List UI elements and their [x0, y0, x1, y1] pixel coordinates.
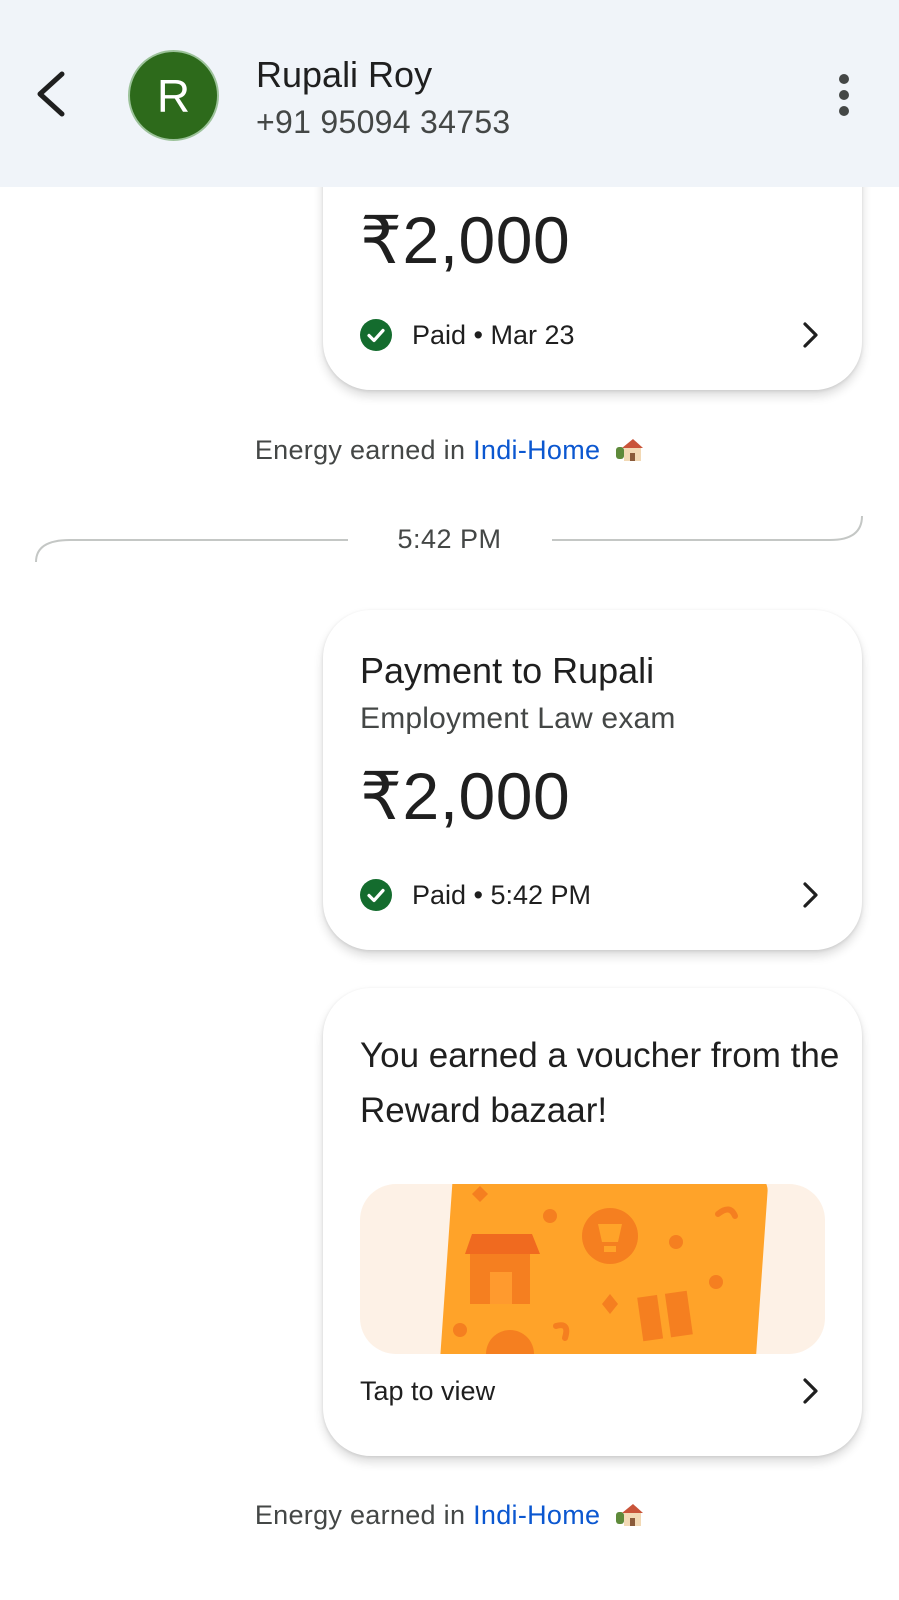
contact-avatar[interactable]: R — [128, 50, 219, 141]
house-icon — [616, 439, 644, 461]
chevron-right-icon — [803, 882, 818, 908]
voucher-illustration — [437, 1184, 768, 1354]
check-circle-icon — [360, 319, 392, 351]
back-button[interactable] — [30, 66, 74, 122]
chevron-right-icon — [803, 1378, 818, 1404]
payment-status-row: Paid • 5:42 PM — [360, 875, 822, 915]
payment-amount: ₹2,000 — [360, 759, 571, 833]
more-options-button[interactable] — [824, 70, 864, 120]
arrow-back-icon — [37, 71, 65, 117]
payment-title: Payment to Rupali — [360, 650, 655, 691]
indi-home-link[interactable]: Indi-Home — [473, 435, 600, 465]
payment-status: Paid • Mar 23 — [412, 319, 575, 350]
payment-card[interactable]: Payment to Rupali Employment Law exam ₹2… — [323, 610, 862, 950]
payment-amount: ₹2,000 — [360, 203, 571, 277]
energy-prefix: Energy earned in — [254, 1500, 466, 1530]
more-vertical-icon — [839, 74, 849, 116]
chevron-right-icon — [803, 322, 818, 348]
payment-note: Employment Law exam — [360, 702, 676, 735]
voucher-banner — [360, 1184, 825, 1354]
indi-home-link[interactable]: Indi-Home — [473, 1500, 600, 1530]
tap-to-view-label: Tap to view — [360, 1375, 496, 1406]
conversation-header: R Rupali Roy +91 95094 34753 — [0, 0, 899, 187]
voucher-title: You earned a voucher from the Reward baz… — [360, 1036, 840, 1130]
tap-to-view-row[interactable]: Tap to view — [360, 1371, 822, 1411]
avatar-initial: R — [156, 69, 191, 122]
contact-name[interactable]: Rupali Roy — [256, 54, 432, 96]
check-circle-icon — [360, 879, 392, 911]
payment-status-row: Paid • Mar 23 — [360, 315, 822, 355]
payment-status: Paid • 5:42 PM — [412, 879, 592, 910]
energy-earned-notice: Energy earned in Indi-Home — [0, 1500, 899, 1531]
energy-earned-notice: Energy earned in Indi-Home — [0, 435, 899, 466]
contact-phone: +91 95094 34753 — [256, 104, 511, 140]
voucher-card[interactable]: You earned a voucher from the Reward baz… — [323, 988, 862, 1456]
house-icon — [616, 1504, 644, 1526]
energy-prefix: Energy earned in — [254, 435, 466, 465]
time-divider: 5:42 PM — [397, 524, 502, 554]
